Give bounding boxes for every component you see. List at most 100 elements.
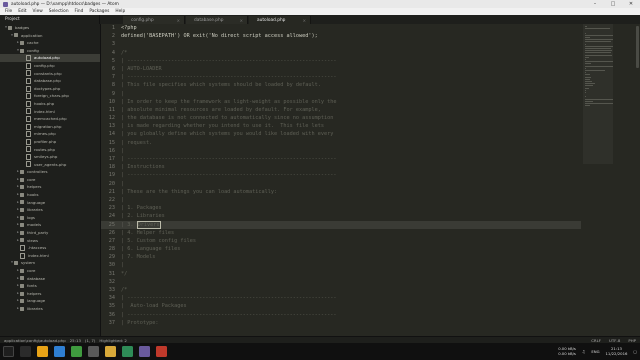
tree-file[interactable]: doctypes.php bbox=[0, 85, 100, 93]
status-line-ending[interactable]: CRLF bbox=[591, 338, 601, 343]
tree-folder[interactable]: ▸ helpers bbox=[0, 290, 100, 298]
menu-edit[interactable]: Edit bbox=[18, 9, 26, 14]
menu-packages[interactable]: Packages bbox=[89, 9, 109, 14]
code-line[interactable]: 17 | ------------------------------------… bbox=[101, 155, 581, 163]
chrome-icon[interactable] bbox=[105, 346, 116, 357]
code-line[interactable]: 32 bbox=[101, 278, 581, 286]
tree-file[interactable]: migration.php bbox=[0, 123, 100, 131]
green-app-icon[interactable] bbox=[71, 346, 82, 357]
code-line[interactable]: 33 /* bbox=[101, 286, 581, 294]
code-line[interactable]: 4 /* bbox=[101, 49, 581, 57]
tree-file[interactable]: index.html bbox=[0, 252, 100, 260]
tab-database-php[interactable]: database.php × bbox=[186, 16, 248, 24]
code-line[interactable]: 36 | ------------------------------------… bbox=[101, 311, 581, 319]
status-file-path[interactable]: application\config\autoload.php bbox=[4, 338, 66, 343]
tree-file[interactable]: user_agents.php bbox=[0, 161, 100, 169]
tree-folder[interactable]: ▸ core bbox=[0, 176, 100, 184]
search-icon[interactable] bbox=[20, 346, 31, 357]
tree-file[interactable]: autoload.php bbox=[0, 54, 100, 62]
tree-file[interactable]: config.php bbox=[0, 62, 100, 70]
menu-find[interactable]: Find bbox=[75, 9, 84, 14]
tree-folder[interactable]: ▸ controllers bbox=[0, 168, 100, 176]
clock[interactable]: 21:13 11/22/2016 bbox=[606, 346, 628, 356]
code-line[interactable]: 11 | absolute minimal resources are loade… bbox=[101, 106, 581, 114]
project-panel-tab[interactable]: Project bbox=[0, 15, 100, 24]
code-line[interactable]: 30 | bbox=[101, 261, 581, 269]
menu-file[interactable]: File bbox=[5, 9, 12, 14]
code-line[interactable]: 19 | ------------------------------------… bbox=[101, 171, 581, 179]
code-line[interactable]: 14 | you globally define which systems yo… bbox=[101, 130, 581, 138]
status-grammar[interactable]: PHP bbox=[628, 338, 636, 343]
tree-folder[interactable]: ▸ models bbox=[0, 221, 100, 229]
tree-file[interactable]: foreign_chars.php bbox=[0, 92, 100, 100]
code-line[interactable]: 24 | 2. Libraries bbox=[101, 212, 581, 220]
code-line[interactable]: 35 | Auto-load Packages bbox=[101, 302, 581, 310]
tree-folder[interactable]: ▸ language bbox=[0, 297, 100, 305]
tree-file[interactable]: memcached.php bbox=[0, 115, 100, 123]
code-line[interactable]: 23 | 1. Packages bbox=[101, 204, 581, 212]
tree-folder[interactable]: ▸ core bbox=[0, 267, 100, 275]
tree-file[interactable]: profiler.php bbox=[0, 138, 100, 146]
code-line[interactable]: 20 | bbox=[101, 180, 581, 188]
code-line[interactable]: 7 | -------------------------------------… bbox=[101, 73, 581, 81]
code-line[interactable]: 3 bbox=[101, 40, 581, 48]
tree-folder[interactable]: ▾ badges bbox=[0, 24, 100, 32]
code-line[interactable]: 27 | 5. Custom config files bbox=[101, 237, 581, 245]
code-line[interactable]: 6 | AUTO-LOADER bbox=[101, 65, 581, 73]
tree-folder[interactable]: ▾ config bbox=[0, 47, 100, 55]
code-line[interactable]: 26 | 4. Helper files bbox=[101, 229, 581, 237]
tab-close-icon[interactable]: × bbox=[303, 18, 306, 23]
tree-folder[interactable]: ▸ views bbox=[0, 237, 100, 245]
notification-icon[interactable]: ▢ bbox=[633, 349, 637, 354]
start-icon[interactable] bbox=[3, 346, 14, 357]
code-line[interactable]: 12 | the database is not connected to aut… bbox=[101, 114, 581, 122]
tab-autoload-php[interactable]: autoload.php × bbox=[249, 16, 311, 24]
tree-folder[interactable]: ▸ libraries bbox=[0, 206, 100, 214]
tree-file[interactable]: mimes.php bbox=[0, 130, 100, 138]
menu-selection[interactable]: Selection bbox=[49, 9, 69, 14]
editor-scrollbar[interactable] bbox=[636, 26, 639, 68]
code-line[interactable]: 13 | is made regarding whether you intend… bbox=[101, 122, 581, 130]
tree-file[interactable]: index.html bbox=[0, 108, 100, 116]
tree-file[interactable]: routes.php bbox=[0, 146, 100, 154]
code-line[interactable]: 10 | In order to keep the framework as li… bbox=[101, 98, 581, 106]
code-line[interactable]: 22 | bbox=[101, 196, 581, 204]
close-icon[interactable]: ✕ bbox=[622, 1, 640, 7]
minimize-icon[interactable]: – bbox=[586, 1, 604, 7]
code-line[interactable]: 31 */ bbox=[101, 270, 581, 278]
media-app-icon[interactable] bbox=[88, 346, 99, 357]
tree-file[interactable]: constants.php bbox=[0, 70, 100, 78]
edge-browser-icon[interactable] bbox=[54, 346, 65, 357]
code-line[interactable]: 9 | bbox=[101, 90, 581, 98]
code-line[interactable]: 16 | bbox=[101, 147, 581, 155]
tab-close-icon[interactable]: × bbox=[177, 18, 180, 23]
tree-file[interactable]: .htaccess bbox=[0, 244, 100, 252]
tree-folder[interactable]: ▸ hooks bbox=[0, 191, 100, 199]
code-line[interactable]: 25 | 3. Drivers bbox=[101, 220, 581, 229]
code-line[interactable]: 21 | These are the things you can load au… bbox=[101, 188, 581, 196]
excel-icon[interactable] bbox=[122, 346, 133, 357]
menu-help[interactable]: Help bbox=[115, 9, 125, 14]
tree-folder[interactable]: ▸ libraries bbox=[0, 305, 100, 313]
tree-file[interactable]: smileys.php bbox=[0, 153, 100, 161]
tree-file[interactable]: hooks.php bbox=[0, 100, 100, 108]
tab-close-icon[interactable]: × bbox=[240, 18, 243, 23]
code-line[interactable]: 8 | This file specifies which systems sho… bbox=[101, 81, 581, 89]
code-line[interactable]: 28 | 6. Language files bbox=[101, 245, 581, 253]
code-line[interactable]: 29 | 7. Models bbox=[101, 253, 581, 261]
tree-folder[interactable]: ▸ database bbox=[0, 275, 100, 283]
code-line[interactable]: 15 | request. bbox=[101, 139, 581, 147]
tree-folder[interactable]: ▸ fonts bbox=[0, 282, 100, 290]
tree-file[interactable]: database.php bbox=[0, 77, 100, 85]
atom-taskbar-icon[interactable] bbox=[139, 346, 150, 357]
tab-config-php[interactable]: config.php × bbox=[123, 16, 185, 24]
code-line[interactable]: 34 | ------------------------------------… bbox=[101, 294, 581, 302]
code-line[interactable]: 5 | -------------------------------------… bbox=[101, 57, 581, 65]
code-line[interactable]: 1 <?php bbox=[101, 24, 581, 32]
input-language[interactable]: ENG bbox=[591, 349, 599, 354]
status-encoding[interactable]: UTF-8 bbox=[609, 338, 620, 343]
volume-icon[interactable]: ♫ bbox=[582, 349, 585, 354]
code-line[interactable]: 2 defined('BASEPATH') OR exit('No direct … bbox=[101, 32, 581, 40]
maximize-icon[interactable]: □ bbox=[604, 1, 622, 7]
code-line[interactable]: 18 | Instructions bbox=[101, 163, 581, 171]
